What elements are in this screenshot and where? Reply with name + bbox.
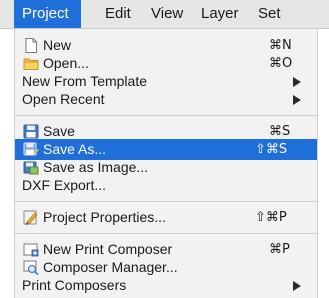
project-menu: New ⌘N Open... ⌘O New From Template Open… [14,29,318,298]
menu-item-open-recent[interactable]: Open Recent [15,89,317,110]
floppy-disk-icon [23,124,39,139]
menu-edit[interactable]: Edit [97,0,139,28]
menu-separator [15,233,317,234]
menu-bar: Project Edit View Layer Set [0,0,329,29]
menu-separator [15,201,317,202]
menu-item-print-composers[interactable]: Print Composers [15,275,317,296]
menu-item-project-properties[interactable]: Project Properties... ⇧⌘P [15,207,317,228]
menu-item-label: Print Composers [22,277,127,293]
menu-settings[interactable]: Set [250,0,289,28]
save-as-icon [23,142,39,157]
menu-item-label: Open Recent [22,91,105,107]
submenu-arrow-icon [293,95,301,105]
new-document-icon [23,38,39,53]
new-composer-icon [23,242,39,257]
menu-item-label: Project Properties... [43,209,166,225]
menu-view[interactable]: View [143,0,191,28]
menu-layer[interactable]: Layer [193,0,247,28]
folder-icon [23,56,39,71]
submenu-arrow-icon [293,281,301,291]
project-properties-icon [23,210,39,226]
menu-project[interactable]: Project [14,0,81,28]
submenu-arrow-icon [293,77,301,87]
menu-separator [15,115,317,116]
composer-manager-icon [23,260,39,276]
menu-item-label: DXF Export... [22,177,107,193]
save-image-icon [23,160,39,175]
menu-item-shortcut: ⇧⌘P [255,210,287,225]
menu-item-dxf-export[interactable]: DXF Export... [15,175,317,196]
